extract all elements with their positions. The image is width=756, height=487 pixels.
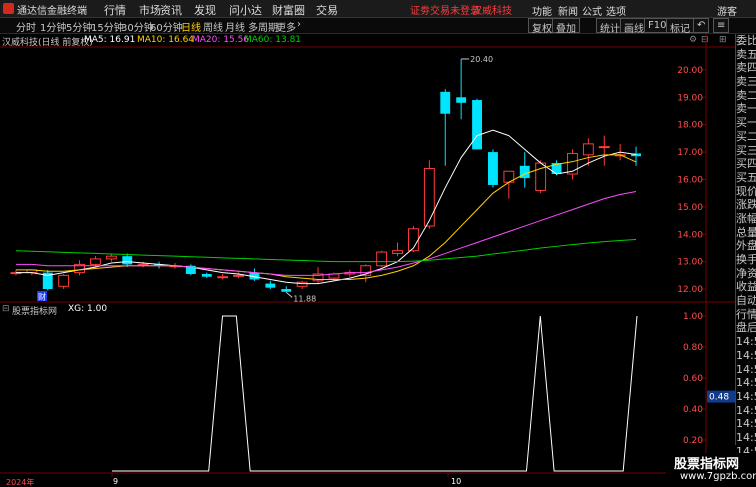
quote-panel-label[interactable]: 买二: [736, 130, 756, 144]
quote-panel-label[interactable]: 买五: [736, 171, 756, 185]
indicator-tick-label: 1.00: [683, 312, 703, 322]
quote-panel-label[interactable]: 14:5: [736, 431, 756, 445]
ma-line-ma20: [15, 191, 637, 276]
low-pointer: [285, 291, 293, 298]
quote-panel-label[interactable]: 卖四: [736, 61, 756, 75]
candle-body: [122, 256, 133, 265]
indicator-tick-label: 0.40: [683, 405, 703, 415]
quote-panel-label[interactable]: 总量: [736, 226, 756, 240]
date-label-oct: 10: [451, 477, 462, 486]
quote-panel-label[interactable]: 买四: [736, 157, 756, 171]
candle-body: [376, 251, 388, 267]
quote-panel-label[interactable]: 14:5: [736, 363, 756, 377]
candle-body: [423, 168, 435, 227]
quote-panel-label[interactable]: 收益: [736, 280, 756, 294]
candle-body: [472, 100, 482, 150]
quote-panel-label[interactable]: 买三: [736, 144, 756, 158]
watermark-url: www.7gpzb.com: [680, 471, 756, 482]
quote-panel-label[interactable]: 委比: [736, 34, 756, 48]
candle-body: [201, 273, 212, 277]
quote-panel-label[interactable]: 现价: [736, 185, 756, 199]
quote-panel-label[interactable]: 卖二: [736, 89, 756, 103]
quote-panel-label[interactable]: 涨跌: [736, 198, 756, 212]
price-tick-label: 18.00: [677, 121, 703, 131]
indicator-tick-label: 0.80: [683, 343, 703, 353]
price-tick-label: 14.00: [677, 230, 703, 240]
quote-panel-label[interactable]: 外盘: [736, 239, 756, 253]
quote-panel-label[interactable]: 行情: [736, 308, 756, 322]
quote-panel-label[interactable]: 换手: [736, 253, 756, 267]
candle-body: [281, 289, 292, 292]
quote-panel-label[interactable]: 涨幅: [736, 212, 756, 226]
price-tick-label: 13.00: [677, 258, 703, 268]
price-tick-label: 17.00: [677, 148, 703, 158]
high-label: 20.40: [470, 55, 493, 64]
quote-panel-label[interactable]: 14:5: [736, 376, 756, 390]
candle-body: [392, 250, 403, 254]
quote-panel-label[interactable]: 卖一: [736, 102, 756, 116]
ma-line-ma5: [15, 129, 637, 285]
price-tick-label: 16.00: [677, 175, 703, 185]
price-tick-label: 20.00: [677, 66, 703, 76]
kline-chart[interactable]: 12.00 13.00 14.00 15.00 16.00 17.00 18.00 19.00…: [0, 0, 756, 487]
quote-panel-label[interactable]: 14:5: [736, 404, 756, 418]
quote-panel: 委比 卖五 卖四 卖三 卖二 卖一 买一 买二 买三 买四 买五 现价 涨跌 涨幅 总量 外盘 换手 净资 收益 自动…: [735, 34, 756, 458]
quote-panel-label[interactable]: 盘后: [736, 321, 756, 335]
quote-panel-label[interactable]: 14:5: [736, 390, 756, 404]
candle-body: [598, 146, 610, 149]
price-tick-label: 15.00: [677, 203, 703, 213]
candle-body: [456, 97, 467, 103]
candle-body: [488, 152, 498, 185]
price-tick-label: 12.00: [677, 285, 703, 295]
indicator-tick-label: 0.60: [683, 374, 703, 384]
quote-panel-label[interactable]: 买一: [736, 116, 756, 130]
quote-panel-label[interactable]: 14:5: [736, 417, 756, 431]
watermark-title: 股票指标网: [674, 457, 740, 472]
quote-panel-label[interactable]: 卖三: [736, 75, 756, 89]
candle-body: [105, 255, 117, 260]
quote-panel-label[interactable]: 14:5: [736, 349, 756, 363]
quote-panel-label[interactable]: 卖五: [736, 48, 756, 62]
candle-body: [582, 143, 594, 156]
candle-body: [58, 274, 70, 287]
candle-body: [265, 283, 276, 288]
quote-panel-label[interactable]: 净资: [736, 267, 756, 281]
candle-body: [90, 258, 101, 265]
quote-panel-label[interactable]: 自动: [736, 294, 756, 308]
watermark: 股票指标网 www.7gpzb.com: [666, 453, 756, 487]
low-label: 11.88: [293, 294, 316, 303]
finance-badge-label: 财: [38, 292, 46, 302]
candle-body: [137, 263, 149, 266]
quote-panel-label[interactable]: 14:5: [736, 335, 756, 349]
indicator-tick-label: 0.20: [683, 436, 703, 446]
candle-body: [217, 276, 229, 279]
candle-body: [233, 274, 244, 277]
indicator-value-label: 0.48: [709, 393, 729, 403]
date-label-sep: 9: [113, 477, 119, 486]
price-tick-label: 19.00: [677, 93, 703, 103]
date-label-year: 2024年: [6, 478, 35, 487]
candle-body: [440, 91, 451, 114]
xg-line: [112, 315, 638, 472]
